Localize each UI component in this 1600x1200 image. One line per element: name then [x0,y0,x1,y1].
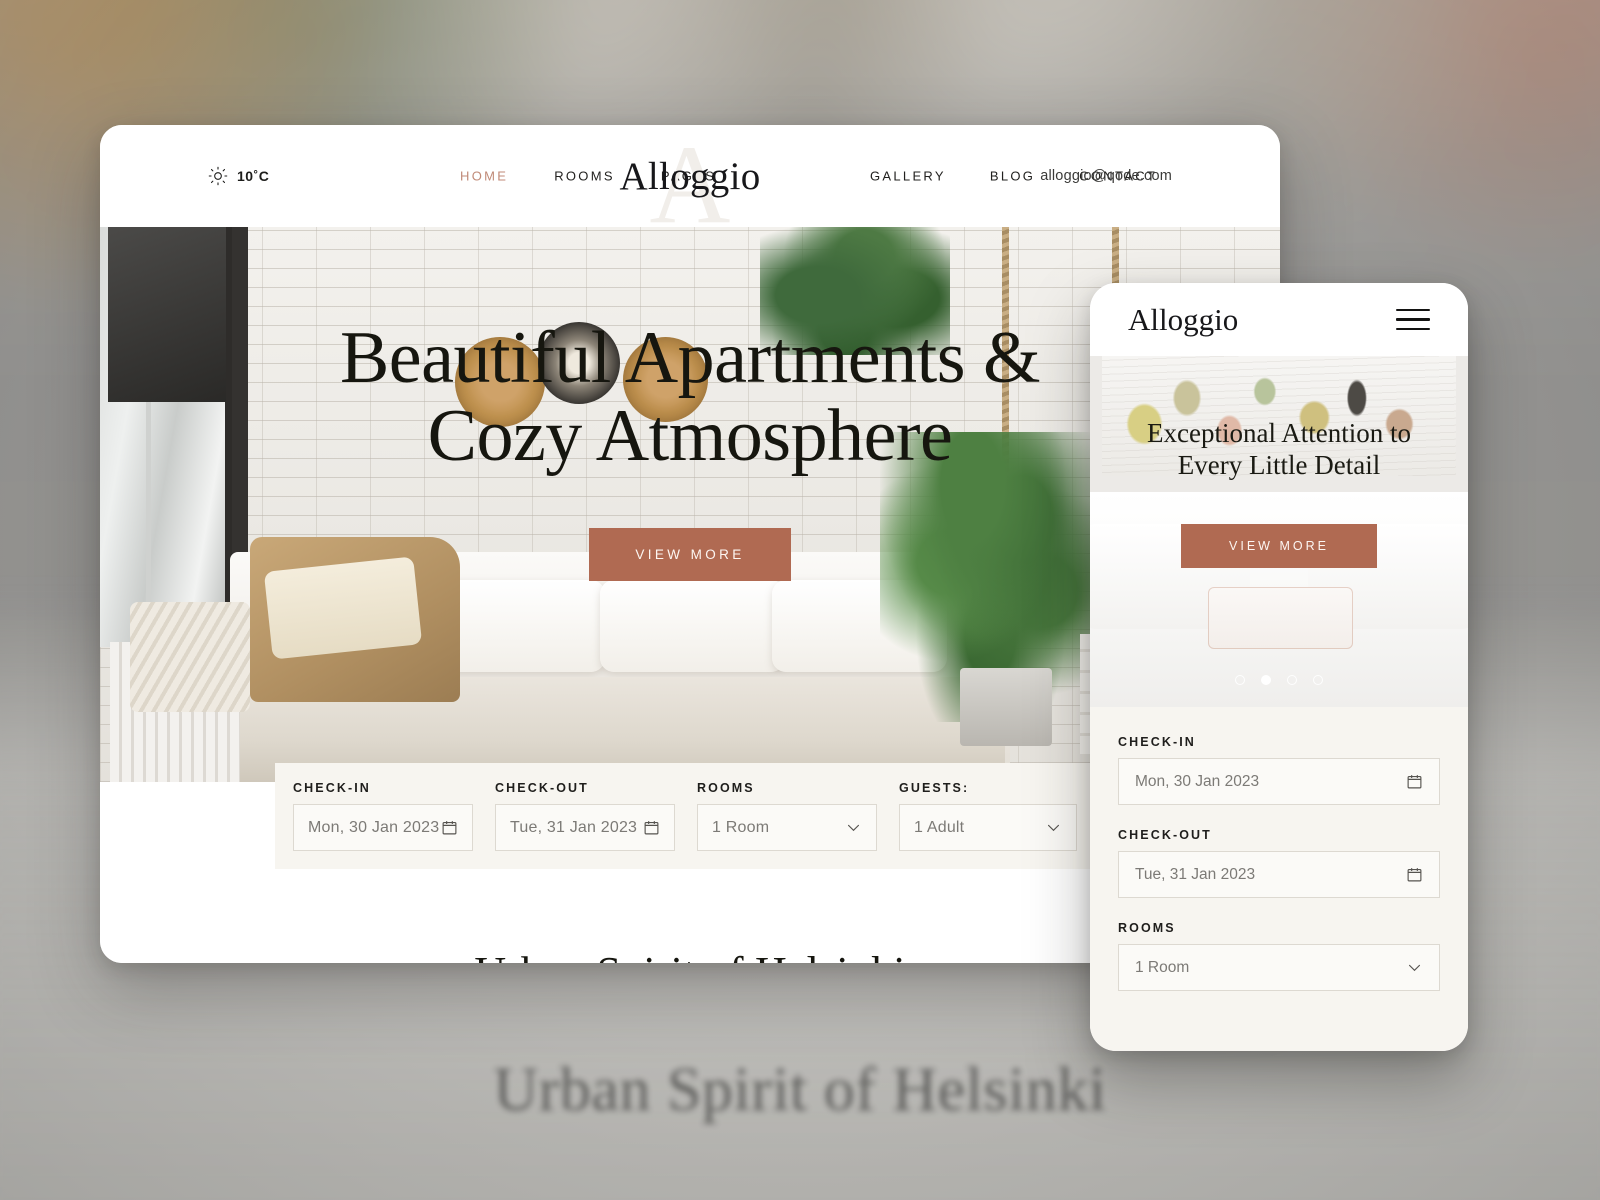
calendar-icon[interactable] [441,819,458,836]
checkout-value: Tue, 31 Jan 2023 [510,818,638,836]
calendar-icon[interactable] [643,819,660,836]
mobile-hero-slider: Exceptional Attention to Every Little De… [1090,356,1468,707]
hamburger-bar [1396,308,1430,312]
brand-logo[interactable]: A Alloggio [600,125,780,241]
mobile-hero-content: Exceptional Attention to Every Little De… [1090,418,1468,568]
throw-blanket [130,602,250,712]
checkout-field: CHECK-OUT Tue, 31 Jan 2023 [495,781,675,851]
checkin-value: Mon, 30 Jan 2023 [308,818,440,836]
mobile-checkout-label: CHECK-OUT [1118,828,1212,842]
slider-dot-4[interactable] [1313,675,1323,685]
mobile-brand-name[interactable]: Alloggio [1128,302,1238,338]
slider-dot-3[interactable] [1287,675,1297,685]
mobile-hero-title-line-1: Exceptional Attention to [1147,418,1411,448]
weather-widget: 10˚C [208,166,269,186]
mobile-preview-card: Alloggio Exceptional Attention to Every … [1090,283,1468,1051]
mobile-checkout-field: CHECK-OUT Tue, 31 Jan 2023 [1118,828,1440,898]
guests-field: GUESTS: 1 Adult [899,781,1077,851]
mobile-rooms-select[interactable]: 1 Room [1118,944,1440,991]
checkin-field: CHECK-IN Mon, 30 Jan 2023 [293,781,473,851]
decorative-cushion [1208,587,1353,649]
chevron-down-icon[interactable] [1406,959,1423,976]
mobile-rooms-value: 1 Room [1135,958,1190,976]
checkin-input[interactable]: Mon, 30 Jan 2023 [293,804,473,851]
mobile-view-more-button[interactable]: VIEW MORE [1181,523,1377,568]
checkin-label: CHECK-IN [293,781,371,795]
hamburger-icon[interactable] [1396,308,1430,331]
guests-select[interactable]: 1 Adult [899,804,1077,851]
mobile-checkin-input[interactable]: Mon, 30 Jan 2023 [1118,758,1440,805]
weather-temperature: 10˚C [237,168,270,184]
slider-dot-2[interactable] [1261,675,1271,685]
checkout-input[interactable]: Tue, 31 Jan 2023 [495,804,675,851]
mobile-checkout-input[interactable]: Tue, 31 Jan 2023 [1118,851,1440,898]
mobile-checkin-field: CHECK-IN Mon, 30 Jan 2023 [1118,735,1440,805]
nav-item-home[interactable]: HOME [460,169,508,184]
mobile-checkin-value: Mon, 30 Jan 2023 [1135,772,1260,790]
mobile-header: Alloggio [1090,283,1468,356]
mobile-rooms-field: ROOMS 1 Room [1118,921,1440,991]
rooms-label: ROOMS [697,781,755,795]
slider-dot-1[interactable] [1235,675,1245,685]
hamburger-bar [1396,327,1430,331]
chevron-down-icon[interactable] [1045,819,1062,836]
pillow [600,580,785,672]
chevron-down-icon[interactable] [845,819,862,836]
checkout-label: CHECK-OUT [495,781,589,795]
rooms-value: 1 Room [712,818,770,836]
nav-item-gallery[interactable]: GALLERY [870,169,946,184]
mobile-hero-title: Exceptional Attention to Every Little De… [1090,418,1468,482]
site-header: 10˚C HOME ROOMS PAGES A Alloggio GALLERY… [100,125,1280,241]
sun-icon [208,166,228,186]
rooms-select[interactable]: 1 Room [697,804,877,851]
guests-value: 1 Adult [914,818,965,836]
calendar-icon[interactable] [1406,866,1423,883]
hero-view-more-button[interactable]: VIEW MORE [589,527,791,581]
mobile-hero-title-line-2: Every Little Detail [1177,449,1381,480]
nav-item-blog[interactable]: BLOG [990,169,1035,184]
brand-name: Alloggio [619,154,761,198]
mobile-rooms-label: ROOMS [1118,921,1176,935]
guests-label: GUESTS: [899,781,970,795]
contact-email-link[interactable]: alloggio@qode.com [1040,168,1172,184]
calendar-icon[interactable] [1406,773,1423,790]
rooms-field: ROOMS 1 Room [697,781,877,851]
mobile-checkout-value: Tue, 31 Jan 2023 [1135,865,1256,883]
mobile-checkin-label: CHECK-IN [1118,735,1196,749]
hamburger-bar [1396,318,1430,321]
mobile-booking-form: CHECK-IN Mon, 30 Jan 2023 CHECK-OUT Tue,… [1090,707,1468,1051]
slider-pagination [1090,675,1468,685]
plant-pot [960,668,1052,746]
